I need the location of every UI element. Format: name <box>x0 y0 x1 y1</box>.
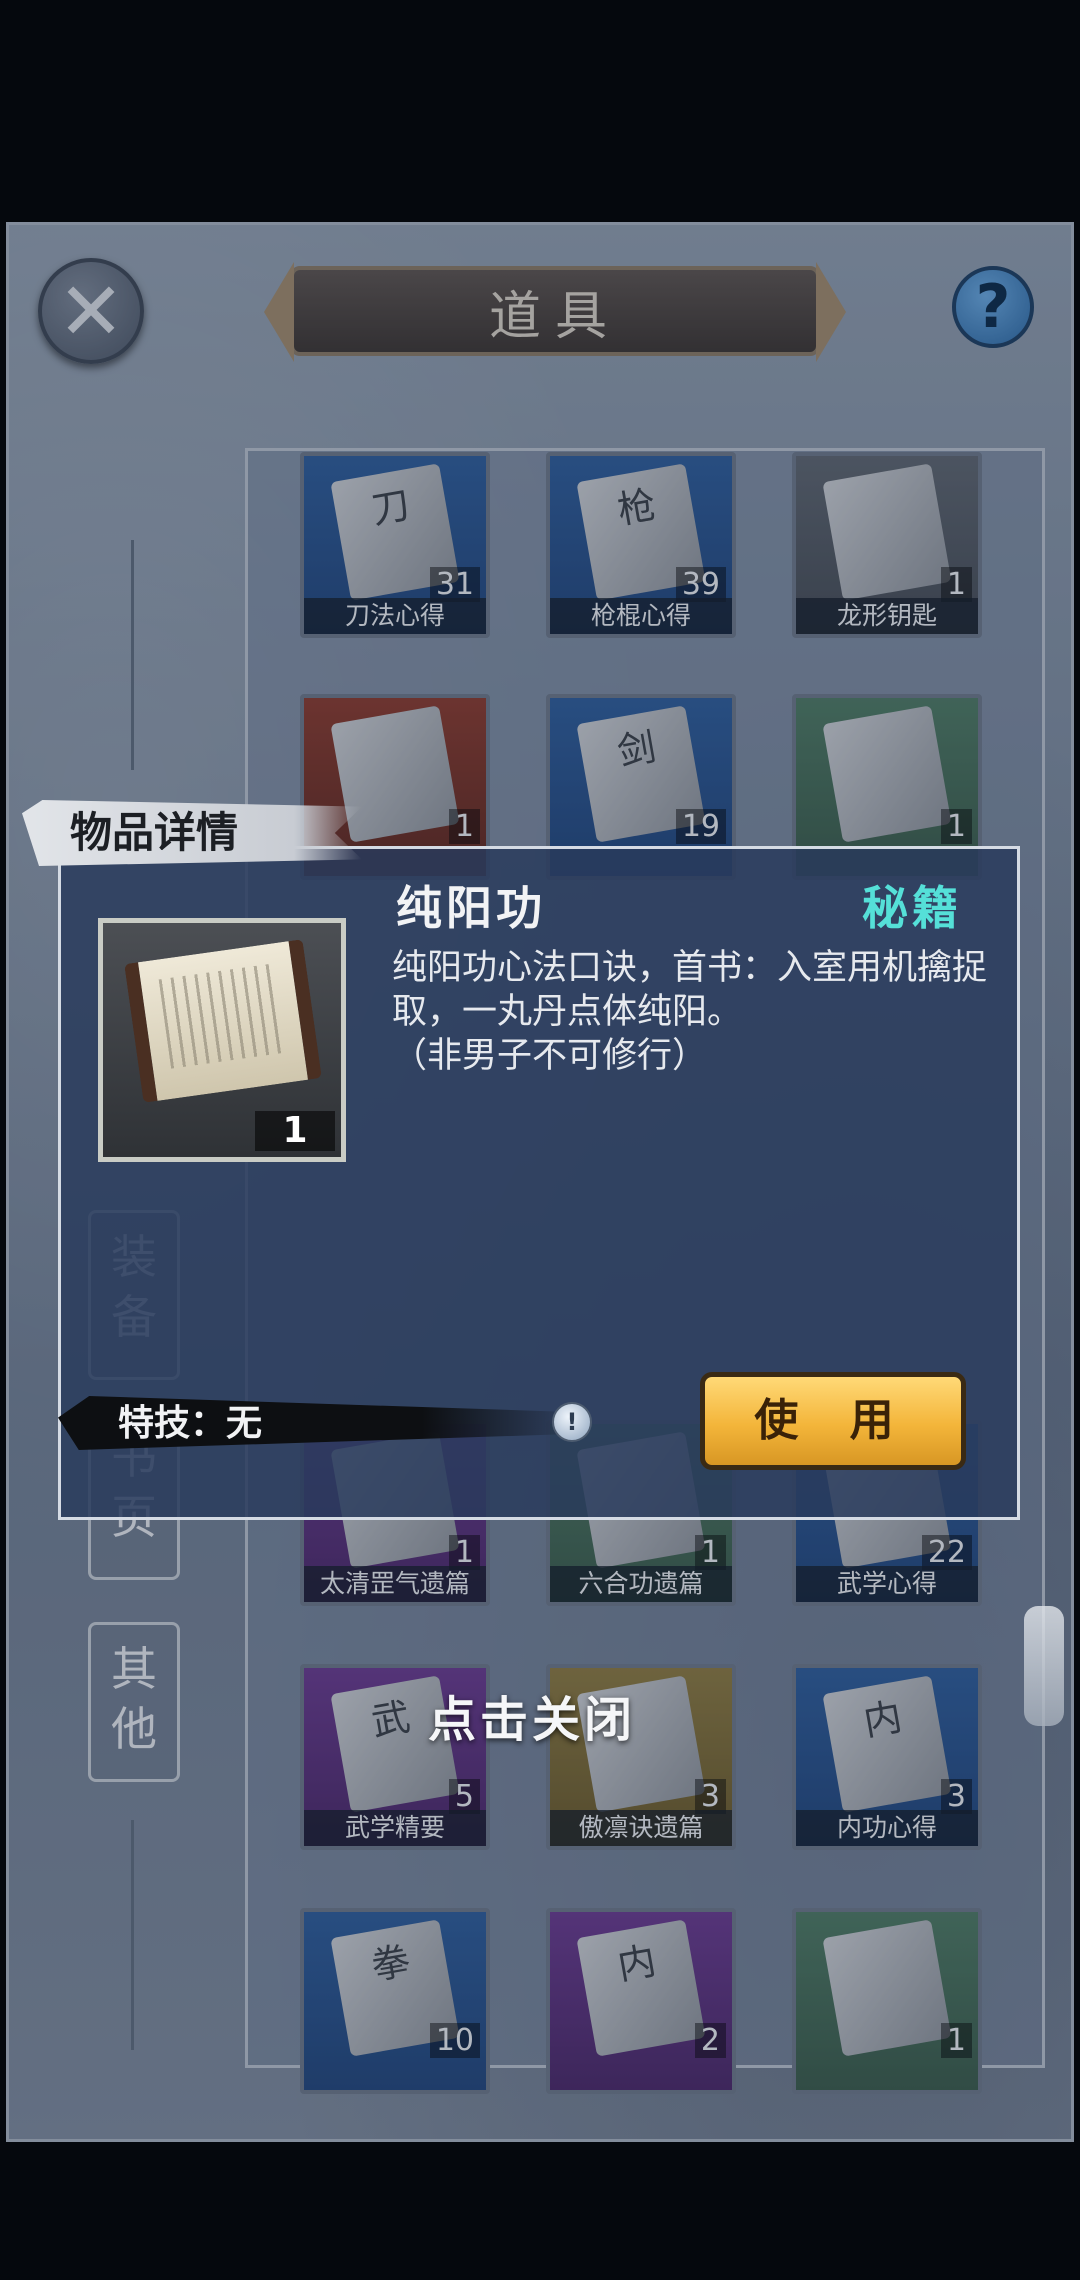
item-description: 纯阳功心法口诀，首书：入室用机擒捉取，一丸丹点体纯阳。 （非男子不可修行） <box>392 946 1012 1078</box>
description-text: 纯阳功心法口诀，首书：入室用机擒捉取，一丸丹点体纯阳。 <box>392 948 988 1032</box>
tap-to-close-hint: 点击关闭 <box>428 1692 637 1748</box>
description-note: （非男子不可修行） <box>392 1036 708 1076</box>
skill-label: 特技：无 <box>118 1402 263 1444</box>
item-count: 1 <box>255 1111 335 1151</box>
item-type: 秘籍 <box>862 881 962 935</box>
item-name: 纯阳功 <box>396 881 546 935</box>
scrollbar-handle[interactable] <box>1024 1606 1064 1726</box>
info-icon[interactable]: ! <box>552 1402 592 1442</box>
detail-tag: 物品详情 <box>22 800 362 866</box>
use-button[interactable]: 使 用 <box>700 1372 966 1470</box>
item-icon-frame: 1 <box>98 918 346 1162</box>
scroll-icon <box>124 939 322 1103</box>
